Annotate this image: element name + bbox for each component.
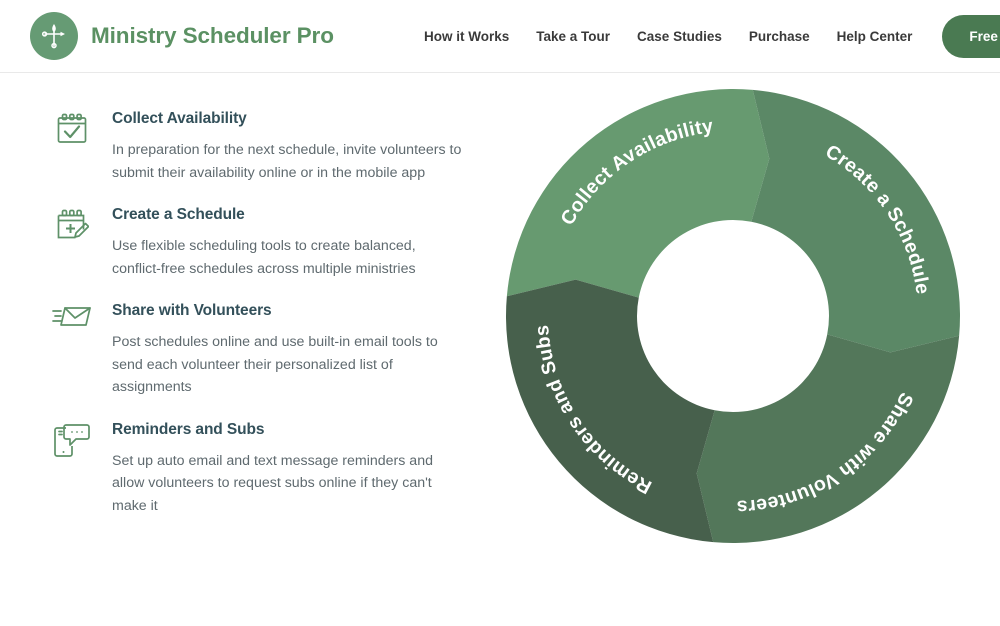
page-body: Collect Availability In preparation for …	[0, 73, 1000, 626]
feature-description: In preparation for the next schedule, in…	[112, 142, 462, 181]
free-trial-button[interactable]: Free Trial	[942, 14, 1000, 58]
feature-reminders-and-subs: Reminders and Subs Set up auto email and…	[52, 420, 490, 518]
donut-segment[interactable]	[696, 334, 960, 543]
feature-description: Post schedules online and use built-in e…	[112, 334, 438, 395]
feature-title: Create a Schedule	[112, 206, 245, 223]
feature-create-a-schedule: Create a Schedule Use flexible schedulin…	[52, 205, 490, 280]
main-navigation: How it Works Take a Tour Case Studies Pu…	[424, 0, 1000, 72]
feature-description: Use flexible scheduling tools to create …	[112, 238, 416, 277]
nav-help-center[interactable]: Help Center	[837, 29, 913, 44]
brand-title: Ministry Scheduler Pro	[91, 23, 334, 48]
feature-title: Collect Availability	[112, 110, 247, 127]
donut-segment[interactable]	[506, 89, 770, 298]
feature-share-with-volunteers: Share with Volunteers Post schedules onl…	[52, 301, 490, 399]
envelope-send-icon	[52, 301, 92, 399]
feature-list: Collect Availability In preparation for …	[0, 73, 490, 626]
calendar-edit-icon	[52, 205, 92, 280]
process-cycle-visual: Collect Availability Create a Schedule Sha…	[490, 73, 1000, 626]
cross-compass-icon	[30, 12, 78, 60]
feature-description: Set up auto email and text message remin…	[112, 452, 433, 514]
feature-title: Reminders and Subs	[112, 420, 265, 438]
nav-take-a-tour[interactable]: Take a Tour	[536, 29, 610, 44]
nav-how-it-works[interactable]: How it Works	[424, 29, 509, 44]
nav-purchase[interactable]: Purchase	[749, 29, 810, 44]
donut-segment[interactable]	[751, 89, 960, 353]
brand[interactable]: Ministry Scheduler Pro	[30, 12, 334, 60]
nav-case-studies[interactable]: Case Studies	[637, 29, 722, 44]
donut-segment[interactable]	[506, 279, 715, 543]
donut-svg: Collect AvailabilityCreate a ScheduleSha…	[506, 89, 960, 543]
feature-title: Share with Volunteers	[112, 302, 272, 319]
site-header: Ministry Scheduler Pro How it Works Take…	[0, 0, 1000, 73]
feature-collect-availability: Collect Availability In preparation for …	[52, 109, 490, 184]
calendar-check-icon	[52, 109, 92, 184]
cycle-donut-chart: Collect Availability Create a Schedule Sha…	[498, 81, 968, 551]
phone-chat-icon	[52, 420, 92, 518]
